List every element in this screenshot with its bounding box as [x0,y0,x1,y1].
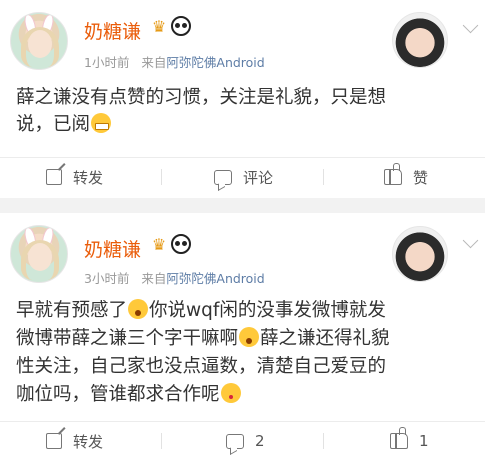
shock-emoji [239,327,260,347]
avatar-face [28,243,52,271]
like-count: 1 [419,432,429,450]
post-time: 3小时前 [84,271,130,286]
action-separator [161,433,162,449]
source-link[interactable]: 阿弥陀佛Android [166,271,264,286]
weibo-post: 奶糖谦 ♛ 3小时前 来自阿弥陀佛Android 早就有预感了 你说wqf闲的没事… [0,213,485,461]
post-meta: 1小时前 来自阿弥陀佛Android [84,52,265,71]
source-prefix: 来自 [141,55,167,70]
content-line: 说，已阅 [16,111,471,138]
share-label: 转发 [73,168,104,187]
kiss-emoji [220,383,241,403]
mentioned-user-avatar[interactable] [392,226,448,282]
post-content: 薛之谦没有点赞的习惯，关注是礼貌，只是想 说，已阅 [16,84,471,138]
comment-button[interactable]: 评论 [214,158,273,196]
source-prefix: 来自 [141,271,167,286]
content-line: 性关注，自己家也没点逼数，清楚自己爱豆的 [16,356,387,377]
action-bar: 转发 2 1 [0,422,485,460]
comment-button[interactable]: 2 [226,422,265,460]
source-link[interactable]: 阿弥陀佛Android [166,55,264,70]
chevron-down-icon[interactable] [462,232,479,249]
crown-icon: ♛ [151,17,167,36]
like-label: 赞 [413,168,429,187]
content-line: 微博带薛之谦三个字干嘛啊 薛之谦还得礼貌 [16,327,390,349]
comment-icon [226,433,244,449]
action-separator [323,169,324,185]
panda-icon [171,16,191,36]
post-meta: 3小时前 来自阿弥陀佛Android [84,268,265,287]
comment-count: 2 [255,432,265,450]
action-separator [323,433,324,449]
share-label: 转发 [73,432,104,451]
mentioned-user-avatar[interactable] [392,12,448,68]
like-icon [384,163,402,185]
share-button[interactable]: 转发 [46,158,103,196]
like-icon [390,427,408,449]
comment-label: 评论 [243,168,274,187]
share-button[interactable]: 转发 [46,422,103,460]
post-content: 早就有预感了 你说wqf闲的没事发微博就发 微博带薛之谦三个字干嘛啊 薛之谦还得礼貌… [16,297,471,409]
action-separator [161,169,162,185]
post-time: 1小时前 [84,55,130,70]
like-button[interactable]: 1 [390,422,429,460]
comment-icon [214,169,232,185]
shock-emoji [128,299,149,319]
content-line: 早就有预感了 你说wqf闲的没事发微博就发 [16,299,386,321]
avatar-face [28,30,52,58]
panda-icon [171,234,191,254]
user-avatar[interactable] [10,12,68,70]
user-avatar[interactable] [10,225,68,283]
action-bar: 转发 评论 赞 [0,158,485,196]
content-line: 薛之谦没有点赞的习惯，关注是礼貌，只是想 [16,87,387,108]
username[interactable]: 奶糖谦 [84,235,141,262]
like-button[interactable]: 赞 [384,158,428,196]
content-line: 咖位吗，管谁都求合作呢 [16,381,471,409]
username[interactable]: 奶糖谦 [84,17,141,44]
share-icon [46,433,62,449]
grin-emoji [91,113,112,133]
crown-icon: ♛ [151,235,167,254]
share-icon [46,169,62,185]
chevron-down-icon[interactable] [462,17,479,34]
weibo-post: 奶糖谦 ♛ 1小时前 来自阿弥陀佛Android 薛之谦没有点赞的习惯，关注是礼… [0,0,485,198]
